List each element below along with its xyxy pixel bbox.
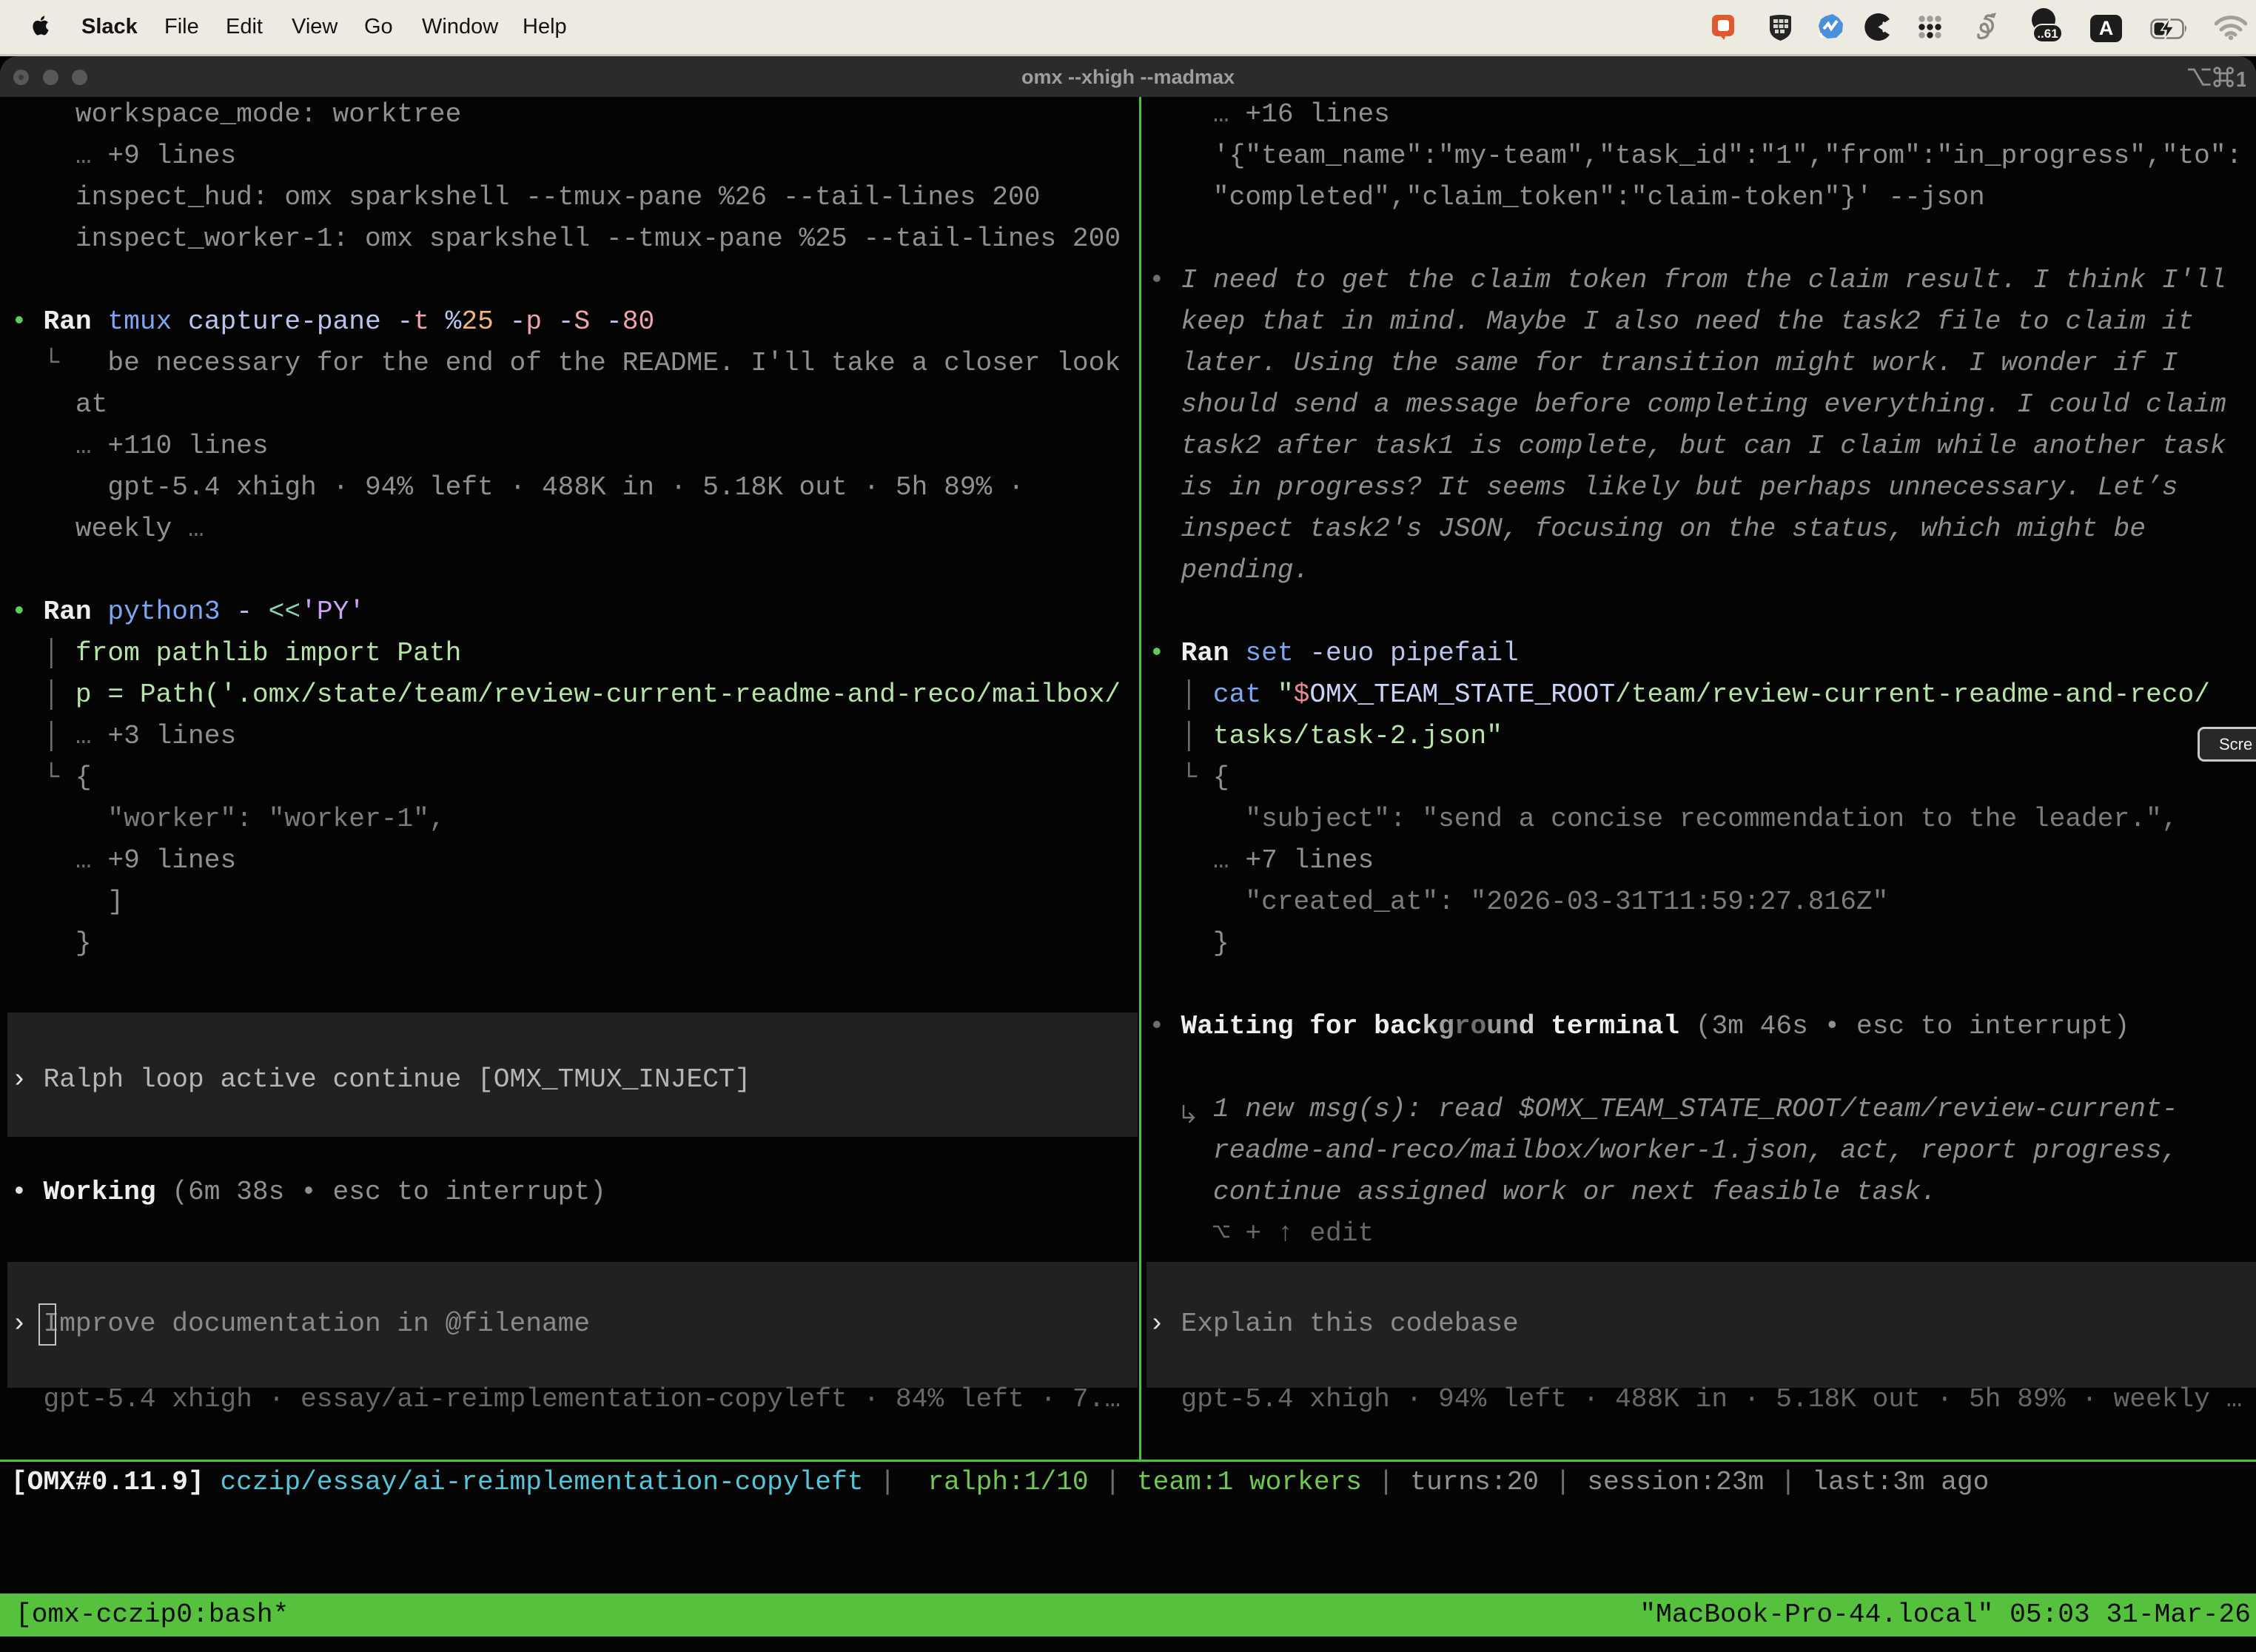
svg-text:1: 1 bbox=[2236, 68, 2246, 92]
svg-text:..61: ..61 bbox=[2037, 27, 2058, 41]
